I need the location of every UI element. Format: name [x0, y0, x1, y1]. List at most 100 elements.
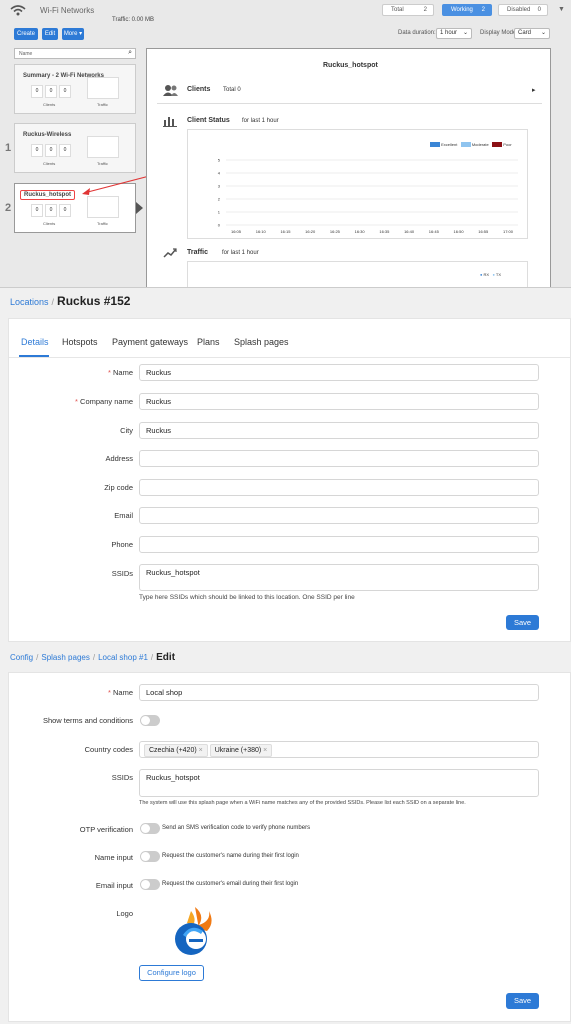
remove-chip-icon[interactable]: × — [199, 747, 203, 754]
tab-splash-pages[interactable]: Splash pages — [234, 337, 289, 347]
traffic-range: for last 1 hour — [222, 250, 259, 256]
page-title: Wi-Fi Networks — [40, 6, 95, 15]
traffic-legend: ● RX ● TX — [480, 272, 502, 277]
client-status-range: for last 1 hour — [242, 118, 279, 124]
segment-working[interactable]: Working 2 — [442, 4, 492, 16]
email-input-toggle[interactable] — [140, 879, 160, 890]
ssids-label: SSIDs — [111, 569, 133, 578]
company-name-label: * Company name — [75, 397, 133, 406]
x-tick-label: 16:55 — [478, 229, 489, 234]
y-tick-label: 3 — [218, 184, 221, 189]
breadcrumb-config-link[interactable]: Config — [10, 653, 33, 662]
x-tick-label: 16:10 — [256, 229, 267, 234]
splash-breadcrumb: Config / Splash pages / Local shop #1/Edit — [10, 652, 176, 663]
configure-logo-button[interactable]: Configure logo — [139, 965, 204, 981]
logo-image — [175, 907, 212, 955]
tab-hotspots[interactable]: Hotspots — [62, 337, 98, 347]
y-tick-label: 2 — [218, 197, 221, 202]
breadcrumb-splash-pages-link[interactable]: Splash pages — [41, 653, 89, 662]
data-duration-select[interactable]: 1 hour ⌄ — [436, 28, 472, 39]
splash-ssids-label: SSIDs — [111, 773, 133, 782]
splash-save-button[interactable]: Save — [506, 993, 539, 1009]
wifi-networks-panel: Wi-Fi Networks Traffic: 0.00 MB Total 2 W… — [0, 0, 571, 288]
country-chip: Czechia (+420) × — [144, 744, 208, 757]
save-button[interactable]: Save — [506, 615, 539, 630]
logo-label: Logo — [116, 909, 133, 918]
name-input-description: Request the customer's name during their… — [162, 853, 299, 859]
bar-chart-icon — [163, 117, 177, 127]
x-tick-label: 17:00 — [503, 229, 514, 234]
divider — [157, 103, 542, 104]
breadcrumb-edit: Edit — [156, 652, 176, 663]
splash-edit-panel: * Name Local shop Show terms and conditi… — [8, 672, 571, 1022]
x-tick-label: 16:50 — [454, 229, 465, 234]
name-input[interactable]: Ruckus — [139, 364, 539, 381]
email-label: Email — [114, 511, 133, 520]
company-name-input[interactable]: Ruckus — [139, 393, 539, 410]
address-input[interactable] — [139, 450, 539, 467]
country-codes-label: Country codes — [84, 745, 133, 754]
y-tick-label: 4 — [218, 171, 221, 176]
splash-name-label: * Name — [107, 688, 133, 697]
traffic-chart: ● RX ● TX — [187, 261, 528, 287]
country-codes-select[interactable]: Czechia (+420) × Ukraine (+380) × — [139, 741, 539, 758]
phone-input[interactable] — [139, 536, 539, 553]
zip-code-input[interactable] — [139, 479, 539, 496]
otp-label: OTP verification — [79, 825, 133, 834]
remove-chip-icon[interactable]: × — [263, 747, 267, 754]
triangle-right-icon — [136, 202, 143, 214]
city-label: City — [120, 426, 133, 435]
splash-ssids-textarea[interactable]: Ruckus_hotspot — [139, 769, 539, 797]
email-input[interactable] — [139, 507, 539, 524]
city-input[interactable]: Ruckus — [139, 422, 539, 439]
chevron-down-icon[interactable]: ▼ — [558, 6, 565, 13]
x-tick-label: 16:05 — [231, 229, 242, 234]
create-button[interactable]: Create — [14, 28, 38, 40]
address-label: Address — [105, 454, 133, 463]
edit-button[interactable]: Edit — [42, 28, 58, 40]
display-mode-label: Display Mode: — [480, 30, 519, 36]
x-tick-label: 16:25 — [330, 229, 341, 234]
x-tick-label: 16:30 — [355, 229, 366, 234]
phone-label: Phone — [111, 540, 133, 549]
client-status-chart: Excellent Moderate Poor 0 1 2 3 4 5 16:05 16:10… — [187, 129, 528, 239]
zip-code-label: Zip code — [104, 483, 133, 492]
detail-title: Ruckus_hotspot — [323, 62, 378, 69]
search-input[interactable]: Name ⌕ — [14, 48, 136, 59]
clients-heading: Clients — [187, 86, 211, 93]
x-tick-label: 16:45 — [429, 229, 440, 234]
segment-disabled[interactable]: Disabled 0 — [498, 4, 548, 16]
tab-plans[interactable]: Plans — [197, 337, 220, 347]
chevron-right-icon[interactable]: ▸ — [532, 86, 536, 94]
tabs-divider — [9, 357, 570, 358]
legend-swatch-moderate — [460, 142, 471, 148]
breadcrumb-locations-link[interactable]: Locations — [10, 297, 49, 307]
name-input-toggle[interactable] — [140, 851, 160, 862]
tab-details[interactable]: Details — [21, 337, 49, 347]
otp-toggle[interactable] — [140, 823, 160, 834]
users-icon — [163, 85, 178, 96]
card-summary[interactable]: Summary - 2 Wi-Fi Networks 000 Clients T… — [14, 64, 136, 114]
name-label: * Name — [107, 368, 133, 377]
network-detail-pane: Ruckus_hotspot Clients Total 0 ▸ Client … — [146, 48, 551, 287]
email-input-description: Request the customer's email during thei… — [162, 881, 299, 887]
more-button[interactable]: More ▾ — [62, 28, 84, 40]
ssids-textarea[interactable]: Ruckus_hotspot — [139, 564, 539, 591]
segment-total[interactable]: Total 2 — [382, 4, 434, 16]
breadcrumb-current: Ruckus #152 — [57, 294, 131, 308]
breadcrumb-local-shop-link[interactable]: Local shop #1 — [98, 653, 148, 662]
x-tick-label: 16:35 — [379, 229, 390, 234]
tab-payment-gateways[interactable]: Payment gateways — [112, 337, 188, 347]
breadcrumb: Locations / Ruckus #152 — [10, 294, 131, 308]
card-number-1: 1 — [5, 142, 12, 154]
splash-name-input[interactable]: Local shop — [139, 684, 539, 701]
clients-total: Total 0 — [223, 87, 241, 93]
otp-description: Send an SMS verification code to verify … — [162, 825, 311, 831]
traffic-heading: Traffic — [187, 249, 209, 256]
legend-swatch-poor — [492, 142, 503, 148]
display-mode-select[interactable]: Card ⌄ — [514, 28, 550, 39]
chart-legend: Excellent Moderate Poor — [430, 142, 512, 148]
terms-toggle[interactable] — [140, 715, 160, 726]
location-details-panel: Details Hotspots Payment gateways Plans … — [8, 318, 571, 642]
splash-ssids-help: The system will use this splash page whe… — [139, 800, 466, 806]
